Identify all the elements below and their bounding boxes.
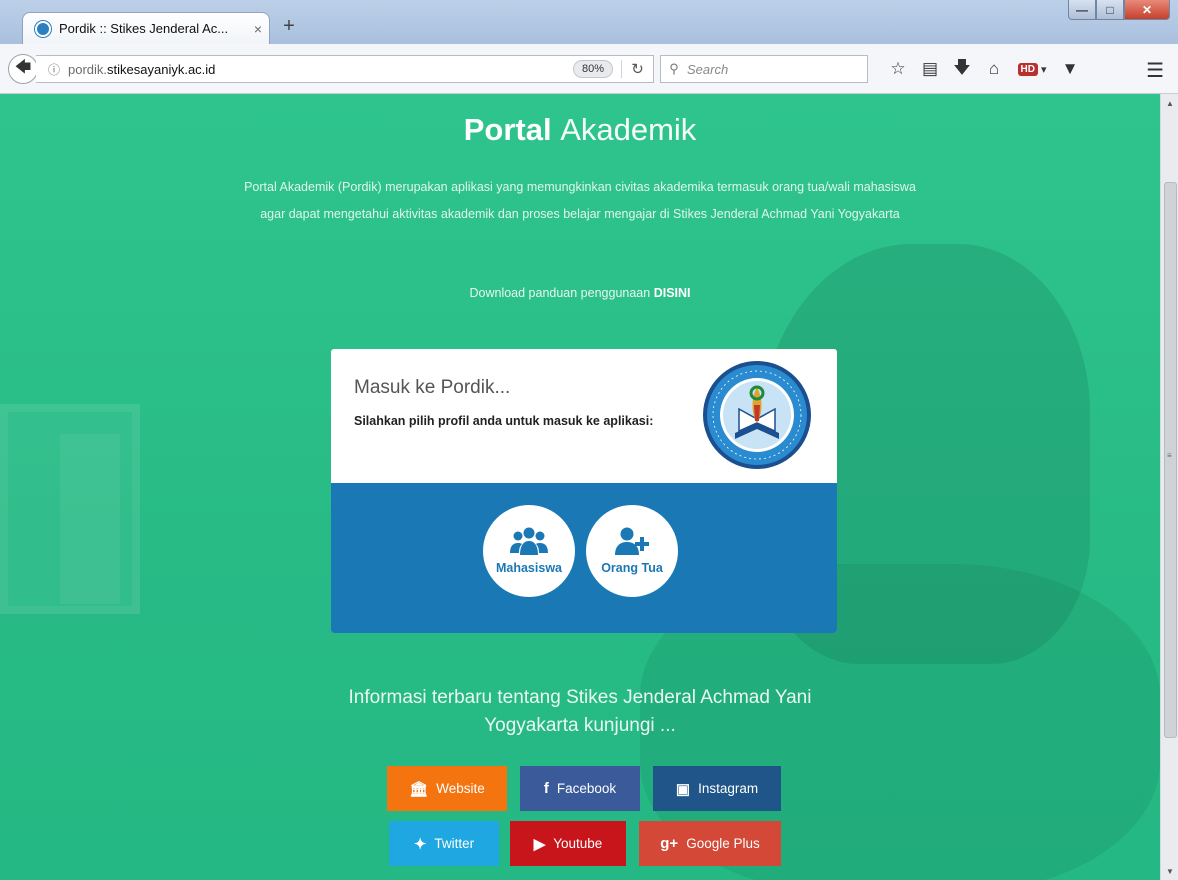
page-viewport: Portal Akademik Portal Akademik (Pordik)… <box>0 94 1160 880</box>
window-controls: — □ ✕ <box>1068 0 1170 20</box>
search-icon: ⚲ <box>669 61 679 76</box>
reading-list-icon[interactable]: ▤ <box>914 56 946 82</box>
download-icon[interactable]: 🡇 <box>946 56 978 82</box>
facebook-button[interactable]: f Facebook <box>520 766 640 811</box>
scrollbar-grip-icon: ≡ <box>1167 451 1172 460</box>
minimize-button[interactable]: — <box>1068 0 1096 20</box>
site-favicon <box>35 20 51 37</box>
vertical-scrollbar[interactable]: ▲ ≡ ▼ <box>1160 94 1178 880</box>
orang-tua-login-button[interactable]: Orang Tua <box>586 505 678 597</box>
twitter-icon: ✦ <box>413 835 427 853</box>
mahasiswa-login-button[interactable]: Mahasiswa <box>483 505 575 597</box>
institution-logo <box>703 361 811 469</box>
youtube-icon: ▶ <box>533 835 546 853</box>
back-button[interactable]: 🡄 <box>8 54 38 84</box>
tab-title: Pordik :: Stikes Jenderal Ac... <box>59 21 229 36</box>
hd-extension-icon[interactable]: HD ▾ <box>1010 56 1054 82</box>
orang-tua-label: Orang Tua <box>601 561 663 575</box>
url-text: pordik.stikesayaniyk.ac.id <box>68 61 216 77</box>
new-tab-button[interactable]: + <box>278 16 300 38</box>
toolbar-icons: ☆ ▤ 🡇 ⌂ HD ▾ ▼ <box>882 56 1086 82</box>
bookmark-star-icon[interactable]: ☆ <box>882 56 914 82</box>
close-window-button[interactable]: ✕ <box>1124 0 1170 20</box>
scroll-up-arrow-icon[interactable]: ▲ <box>1161 96 1178 112</box>
browser-titlebar: Pordik :: Stikes Jenderal Ac... × + — □ … <box>0 0 1178 44</box>
login-subheading: Silahkan pilih profil anda untuk masuk k… <box>354 414 654 428</box>
reload-icon[interactable]: ↻ <box>621 60 653 78</box>
login-card: Masuk ke Pordik... Silahkan pilih profil… <box>331 349 837 633</box>
search-placeholder: Search <box>687 61 729 77</box>
maximize-button[interactable]: □ <box>1096 0 1124 20</box>
home-icon[interactable]: ⌂ <box>978 56 1010 82</box>
download-guide: Download panduan penggunaan DISINI <box>469 286 691 300</box>
tab-close-icon[interactable]: × <box>247 21 269 37</box>
pocket-icon[interactable]: ▼ <box>1054 56 1086 82</box>
instagram-button[interactable]: ▣ Instagram <box>653 766 781 811</box>
bank-icon: 🏛 <box>409 780 429 798</box>
background-window-pane <box>60 434 120 604</box>
users-icon <box>510 527 548 555</box>
search-input[interactable]: ⚲ Search <box>660 55 868 83</box>
google-plus-icon: g+ <box>660 835 679 852</box>
info-icon[interactable]: ⓘ <box>40 61 68 78</box>
page-title: Portal Akademik <box>463 112 697 147</box>
arrow-left-icon: 🡄 <box>14 58 32 76</box>
twitter-button[interactable]: ✦ Twitter <box>389 821 499 866</box>
login-card-header: Masuk ke Pordik... Silahkan pilih profil… <box>331 349 837 483</box>
instagram-icon: ▣ <box>675 780 691 798</box>
browser-navbar: 🡄 ⓘ pordik.stikesayaniyk.ac.id 80% ↻ ⚲ S… <box>0 44 1178 94</box>
facebook-icon: f <box>543 780 549 797</box>
user-plus-icon <box>615 527 649 555</box>
browser-tab[interactable]: Pordik :: Stikes Jenderal Ac... × <box>22 12 270 44</box>
hamburger-menu-icon[interactable]: ☰ <box>1146 58 1164 83</box>
scrollbar-thumb[interactable]: ≡ <box>1164 182 1177 738</box>
intro-text: Portal Akademik (Pordik) merupakan aplik… <box>244 180 916 221</box>
login-heading: Masuk ke Pordik... <box>354 377 511 398</box>
website-button[interactable]: 🏛 Website <box>387 766 507 811</box>
download-guide-link[interactable]: DISINI <box>654 286 691 300</box>
address-bar[interactable]: ⓘ pordik.stikesayaniyk.ac.id 80% ↻ <box>36 55 654 83</box>
youtube-button[interactable]: ▶ Youtube <box>510 821 626 866</box>
role-selection-panel: Mahasiswa Orang Tua <box>331 483 837 633</box>
info-text: Informasi terbaru tentang Stikes Jendera… <box>348 687 812 736</box>
scroll-down-arrow-icon[interactable]: ▼ <box>1161 864 1178 880</box>
mahasiswa-label: Mahasiswa <box>495 561 562 575</box>
google-plus-button[interactable]: g+ Google Plus <box>639 821 781 866</box>
zoom-indicator[interactable]: 80% <box>572 60 613 78</box>
